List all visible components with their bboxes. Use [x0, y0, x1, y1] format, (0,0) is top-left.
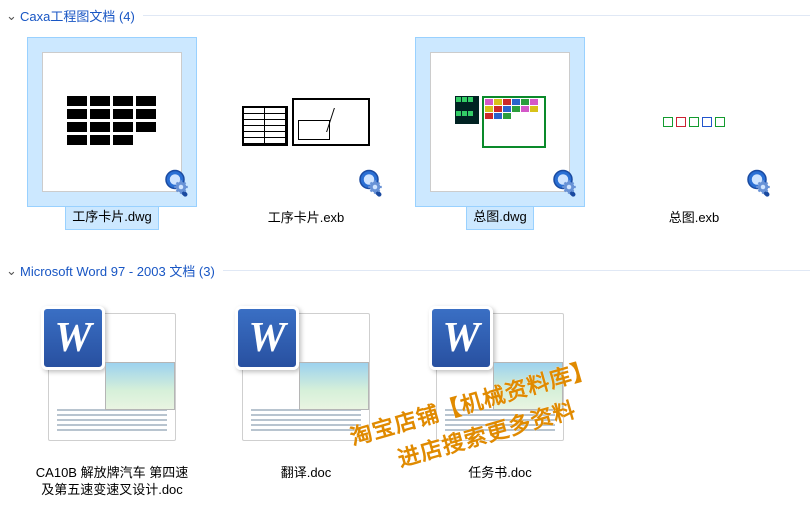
group-header-caxa[interactable]: ⌄ Caxa工程图文档 (4) — [0, 0, 810, 33]
file-thumbnail — [415, 37, 585, 207]
file-item[interactable]: 总图.exb — [600, 35, 788, 233]
file-label: CA10B 解放牌汽车 第四速及第五速变速叉设计.doc — [24, 462, 200, 503]
file-thumbnail: W — [415, 292, 585, 462]
word-doc-icon: W — [436, 313, 564, 441]
file-thumbnail: W — [221, 292, 391, 462]
word-doc-icon: W — [242, 313, 370, 441]
chevron-down-icon: ⌄ — [6, 8, 20, 24]
group-divider — [223, 270, 810, 271]
magnifier-gear-icon — [160, 166, 196, 202]
group-title: Microsoft Word 97 - 2003 文档 (3) — [20, 261, 215, 280]
group-items-word: W CA10B 解放牌汽车 第四速及第五速变速叉设计.doc W 翻译.doc … — [0, 288, 810, 527]
file-item[interactable]: 工序卡片.exb — [212, 35, 400, 233]
group-header-word[interactable]: ⌄ Microsoft Word 97 - 2003 文档 (3) — [0, 255, 810, 288]
file-thumbnail — [221, 37, 391, 207]
group-divider — [143, 15, 810, 16]
file-item[interactable]: W 翻译.doc — [212, 290, 400, 505]
file-item[interactable]: W 任务书.doc — [406, 290, 594, 505]
file-label: 工序卡片.exb — [261, 207, 352, 231]
file-item[interactable]: 工序卡片.dwg — [18, 35, 206, 233]
chevron-down-icon: ⌄ — [6, 263, 20, 279]
file-label: 总图.exb — [662, 207, 727, 231]
file-label: 翻译.doc — [274, 462, 339, 486]
file-thumbnail — [609, 37, 779, 207]
group-items-caxa: 工序卡片.dwg 工序卡片.exb — [0, 33, 810, 255]
file-label: 总图.dwg — [466, 207, 533, 230]
file-label: 工序卡片.dwg — [65, 207, 158, 230]
magnifier-gear-icon — [548, 166, 584, 202]
magnifier-gear-icon — [354, 166, 390, 202]
file-item[interactable]: 总图.dwg — [406, 35, 594, 233]
file-thumbnail: W — [27, 292, 197, 462]
magnifier-gear-icon — [742, 166, 778, 202]
file-thumbnail — [27, 37, 197, 207]
group-title: Caxa工程图文档 (4) — [20, 6, 135, 25]
file-item[interactable]: W CA10B 解放牌汽车 第四速及第五速变速叉设计.doc — [18, 290, 206, 505]
word-doc-icon: W — [48, 313, 176, 441]
file-label: 任务书.doc — [461, 462, 539, 486]
